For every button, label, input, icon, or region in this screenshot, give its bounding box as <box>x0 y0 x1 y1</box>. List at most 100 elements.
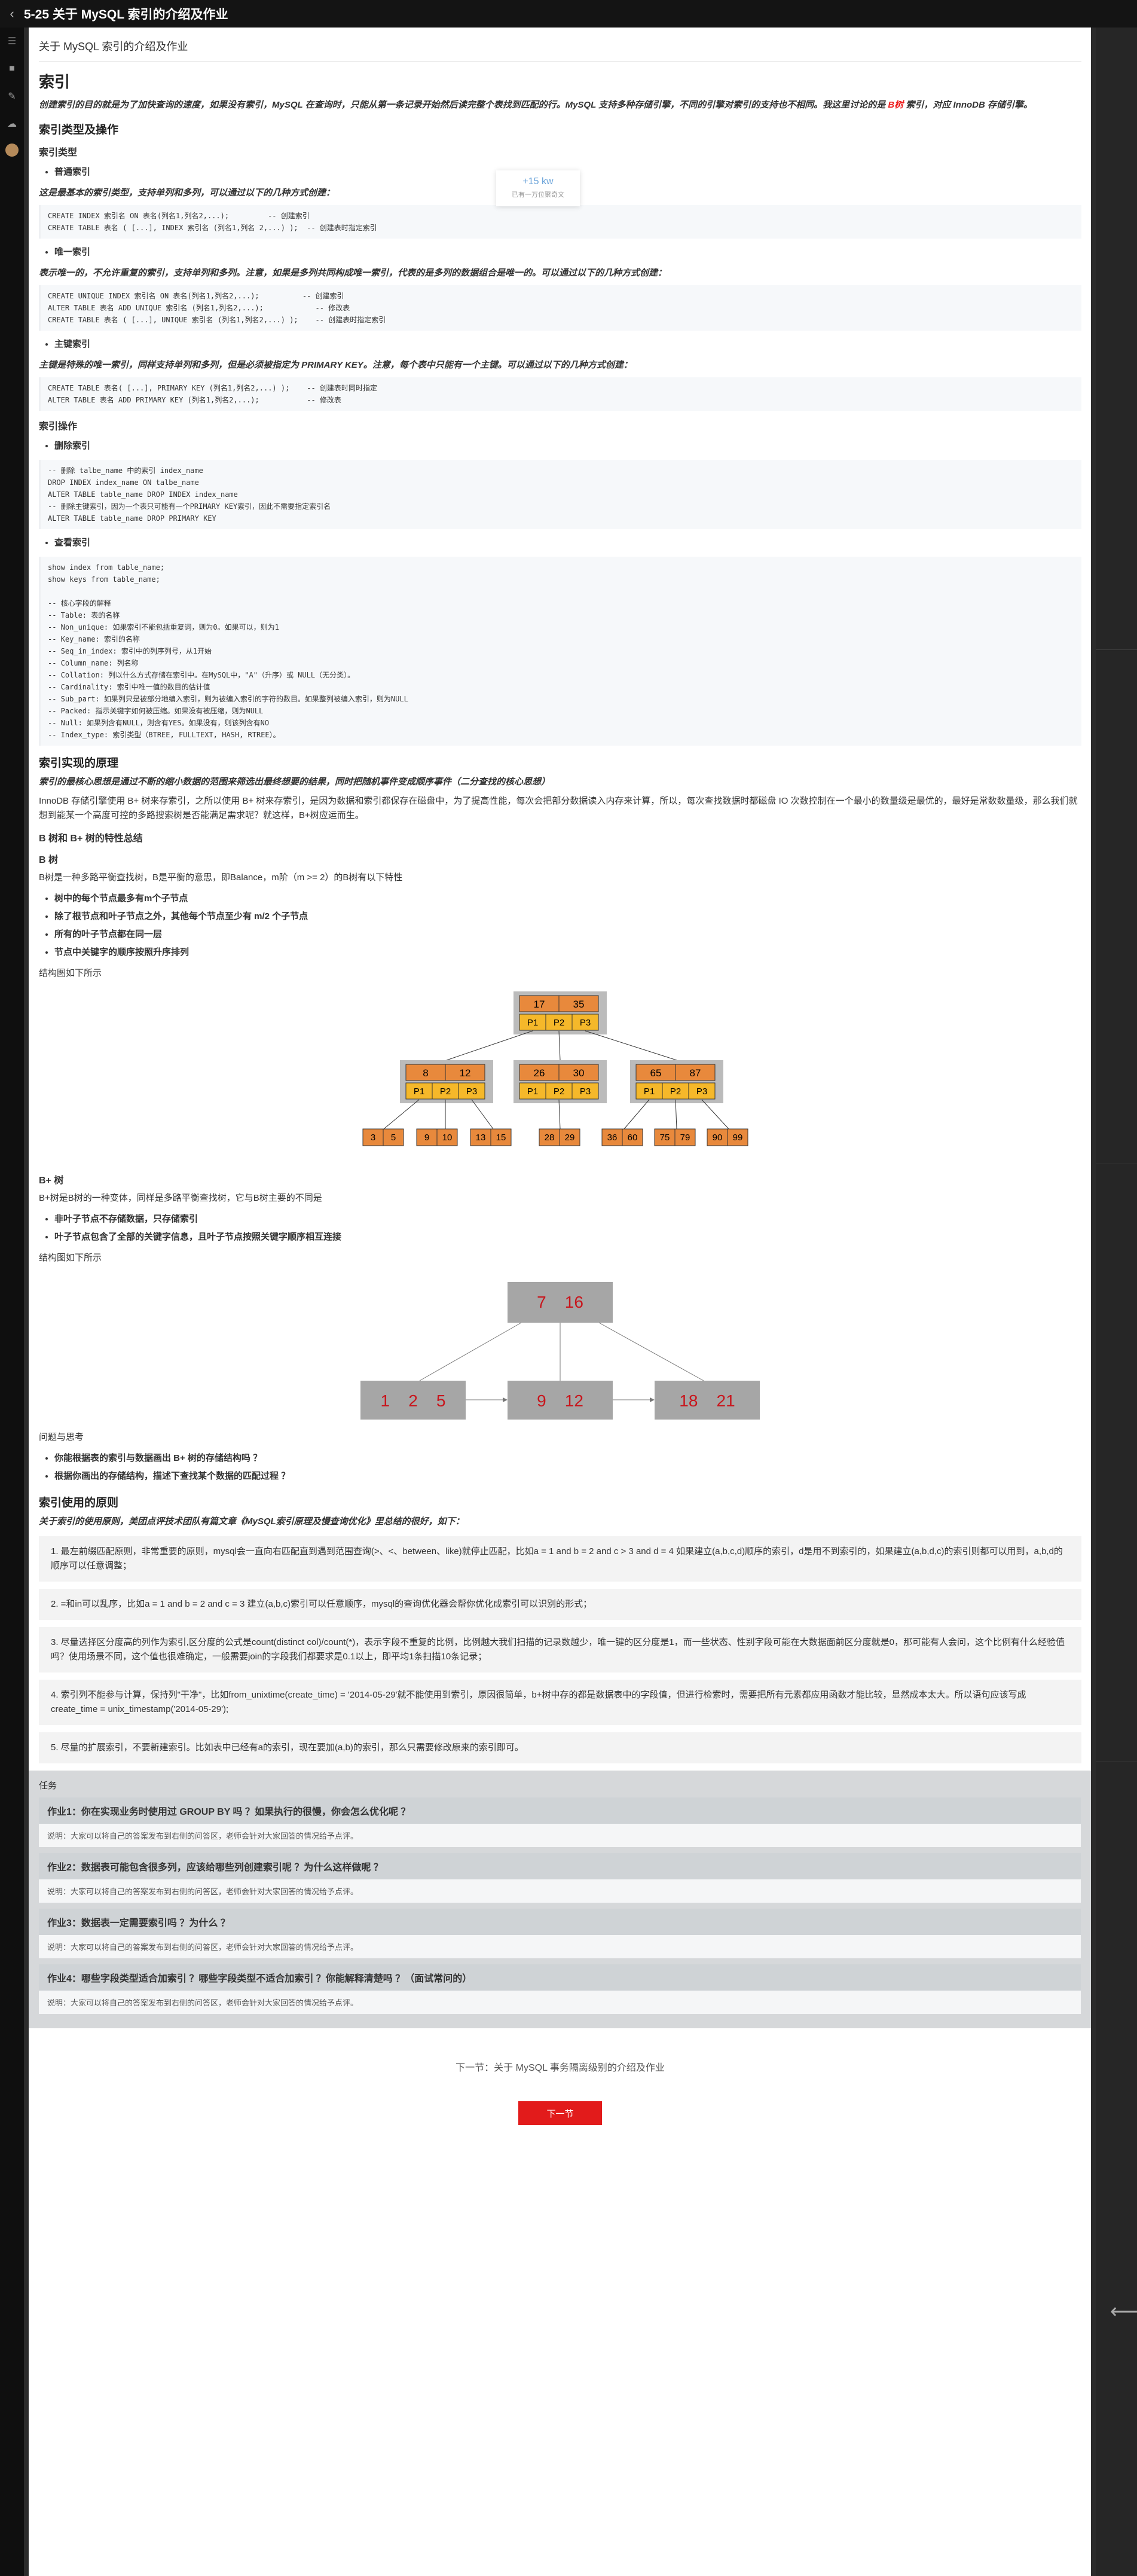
code-block: CREATE UNIQUE INDEX 索引名 ON 表名(列名1,列名2,..… <box>39 285 1081 331</box>
bplus-key: 9 12 <box>537 1391 583 1410</box>
btree-key: 75 <box>660 1133 670 1143</box>
paragraph: B树是一种多路平衡查找树，B是平衡的意思，即Balance，m阶（m >= 2）… <box>39 872 403 883</box>
next-section-link[interactable]: 下一节：关于 MySQL 事务隔离级别的介绍及作业 <box>39 2059 1081 2074</box>
btree-pointer: P1 <box>414 1086 424 1097</box>
list-item: 主键索引 <box>54 335 1081 353</box>
list-item: 非叶子节点不存储数据，只存储索引 <box>54 1210 1081 1228</box>
bplus-tree-diagram: 7 16 1 2 5 9 12 18 21 <box>360 1282 760 1420</box>
btree-pointer: P3 <box>696 1086 707 1097</box>
intro-paragraph: 创建索引的目的就是为了加快查询的速度，如果没有索引，MySQL 在查询时，只能从… <box>39 100 1032 110</box>
list-item: 根据你画出的存储结构，描述下查找某个数据的匹配过程 ？ <box>54 1467 1081 1485</box>
task-title: 作业3：数据表一定需要索引吗 ？为什么 ？ <box>39 1909 1081 1935</box>
btree-pointer: P2 <box>554 1018 564 1028</box>
page-title: 5-25 关于 MySQL 索引的介绍及作业 <box>24 8 228 22</box>
list-item: 你能根据表的索引与数据画出 B+ 树的存储结构吗 ？ <box>54 1449 1081 1467</box>
tip-block: 1. 最左前缀匹配原则，非常重要的原则，mysql会一直向右匹配直到遇到范围查询… <box>39 1536 1081 1582</box>
subsection-heading: B 树和 B+ 树的特性总结 <box>39 834 143 844</box>
article-title: 索引 <box>39 73 71 91</box>
tree-edge <box>701 1099 729 1130</box>
btree-pointer: P1 <box>527 1086 538 1097</box>
cloud-icon[interactable]: ☁ <box>0 110 24 138</box>
btree-pointer: P1 <box>527 1018 538 1028</box>
btree-key: 36 <box>607 1133 618 1143</box>
subsection-heading: B 树 <box>39 855 59 865</box>
btree-key: 99 <box>733 1133 743 1143</box>
subsection-heading: 索引操作 <box>39 422 78 432</box>
next-button[interactable]: 下一节 <box>518 2101 602 2125</box>
avatar[interactable] <box>5 144 19 157</box>
list-item: 所有的叶子节点都在同一层 <box>54 926 1081 944</box>
code-block: show index from table_name; show keys fr… <box>39 557 1081 746</box>
section-heading: 索引实现的原理 <box>39 757 119 770</box>
tree-edge <box>471 1099 494 1130</box>
btree-key: 35 <box>573 999 585 1010</box>
article-content: 关于 MySQL 索引的介绍及作业 索引 创建索引的目的就是为了加快查询的速度，… <box>29 28 1091 2576</box>
btree-key: 10 <box>442 1133 453 1143</box>
back-icon[interactable]: ‹ <box>0 6 24 22</box>
leaf-link-arrow <box>503 1397 508 1402</box>
btree-pointer: P3 <box>580 1086 591 1097</box>
btree-key: 60 <box>628 1133 638 1143</box>
bplus-key: 7 16 <box>537 1293 583 1311</box>
btree-key: 87 <box>690 1067 701 1079</box>
btree-key: 26 <box>534 1067 545 1079</box>
btree-key: 5 <box>391 1133 396 1143</box>
btree-mid-node: 8 12 P1 P2 P3 <box>400 1060 493 1103</box>
tree-edge <box>558 1099 561 1130</box>
list-item: 除了根节点和叶子节点之外，其他每个节点至少有 m/2 个子节点 <box>54 908 1081 926</box>
subsection-heading: 索引类型 <box>39 148 78 158</box>
task-note: 说明：大家可以将自己的答案发布到右侧的问答区，老师会针对大家回答的情况给予点评。 <box>39 1991 1081 2014</box>
list-item: 节点中关键字的顺序按照升序排列 <box>54 944 1081 962</box>
code-block: CREATE TABLE 表名( [...], PRIMARY KEY (列名1… <box>39 377 1081 411</box>
paragraph: 索引的最核心思想是通过不断的缩小数据的范围来筛选出最终想要的结果，同时把随机事件… <box>39 777 551 787</box>
btree-mid-node: 26 30 P1 P2 P3 <box>514 1060 607 1103</box>
tip-block: 3. 尽量选择区分度高的列作为索引,区分度的公式是count(distinct … <box>39 1627 1081 1672</box>
subsection-heading: B+ 树 <box>39 1176 64 1186</box>
list-item: 树中的每个节点最多有m个子节点 <box>54 890 1081 908</box>
btree-pointer: P3 <box>580 1018 591 1028</box>
btree-key: 30 <box>573 1067 585 1079</box>
paragraph: InnoDB 存储引擎使用 B+ 树来存索引，之所以使用 B+ 树来存索引，是因… <box>39 796 1078 820</box>
tip-block: 4. 索引列不能参与计算，保持列"干净"，比如from_unixtime(cre… <box>39 1680 1081 1725</box>
paragraph: 表示唯一的，不允许重复的索引，支持单列和多列。注意，如果是多列共同构成唯一索引，… <box>39 268 667 278</box>
btree-root-node: 17 35 P1 P2 P3 <box>514 991 607 1034</box>
btree-key: 17 <box>534 999 545 1010</box>
count-value: +15 kw <box>522 176 554 187</box>
paragraph: 关于索引的使用原则，美团点评技术团队有篇文章《MySQL索引原理及慢查询优化》里… <box>39 1516 464 1527</box>
book-icon[interactable]: ■ <box>0 55 24 83</box>
btree-key: 12 <box>460 1067 471 1079</box>
task-title: 作业4：哪些字段类型适合加索引 ？哪些字段类型不适合加索引 ？你能解释清楚吗 ？… <box>39 1964 1081 1991</box>
paragraph: 结构图如下所示 <box>39 968 102 978</box>
btree-pointer: P3 <box>466 1086 477 1097</box>
task-section: 任务 作业1：你在实现业务时使用过 GROUP BY 吗 ？如果执行的很慢，你会… <box>29 1771 1091 2028</box>
btree-key: 3 <box>371 1133 375 1143</box>
btree-key: 8 <box>423 1067 428 1079</box>
list-item: 叶子节点包含了全部的关键字信息，且叶子节点按照关键字顺序相互连接 <box>54 1228 1081 1246</box>
edit-icon[interactable]: ✎ <box>0 83 24 110</box>
task-note: 说明：大家可以将自己的答案发布到右侧的问答区，老师会针对大家回答的情况给予点评。 <box>39 1824 1081 1847</box>
code-block: -- 删除 talbe_name 中的索引 index_name DROP IN… <box>39 460 1081 529</box>
task-label: 任务 <box>39 1781 57 1791</box>
btree-key: 9 <box>424 1133 429 1143</box>
tree-edge <box>419 1322 522 1381</box>
list-item: 唯一索引 <box>54 243 1081 261</box>
divider <box>39 61 1081 62</box>
task-title: 作业2：数据表可能包含很多列，应该给哪些列创建索引呢 ？为什么这样做呢 ？ <box>39 1853 1081 1879</box>
btree-key: 90 <box>713 1133 723 1143</box>
task-note: 说明：大家可以将自己的答案发布到右侧的问答区，老师会针对大家回答的情况给予点评。 <box>39 1935 1081 1958</box>
btree-mid-node: 65 87 P1 P2 P3 <box>630 1060 723 1103</box>
code-block: CREATE INDEX 索引名 ON 表名(列名1,列名2,...); -- … <box>39 205 1081 239</box>
btree-key: 79 <box>680 1133 690 1143</box>
paragraph: 问题与思考 <box>39 1432 84 1442</box>
btree-key: 15 <box>496 1133 506 1143</box>
btree-pointer: P2 <box>670 1086 681 1097</box>
arrow-left-icon[interactable]: ⟵ <box>1110 2300 1137 2324</box>
tree-edge <box>558 1030 561 1061</box>
tree-edge <box>623 1099 650 1130</box>
paragraph: 主键是特殊的唯一索引，同样支持单列和多列，但是必须被指定为 PRIMARY KE… <box>39 360 632 370</box>
breadcrumb: 关于 MySQL 索引的介绍及作业 <box>39 41 188 53</box>
divider <box>1096 649 1137 650</box>
task-note: 说明：大家可以将自己的答案发布到右侧的问答区，老师会针对大家回答的情况给予点评。 <box>39 1879 1081 1903</box>
menu-icon[interactable]: ☰ <box>0 28 24 55</box>
btree-pointer: P2 <box>440 1086 451 1097</box>
